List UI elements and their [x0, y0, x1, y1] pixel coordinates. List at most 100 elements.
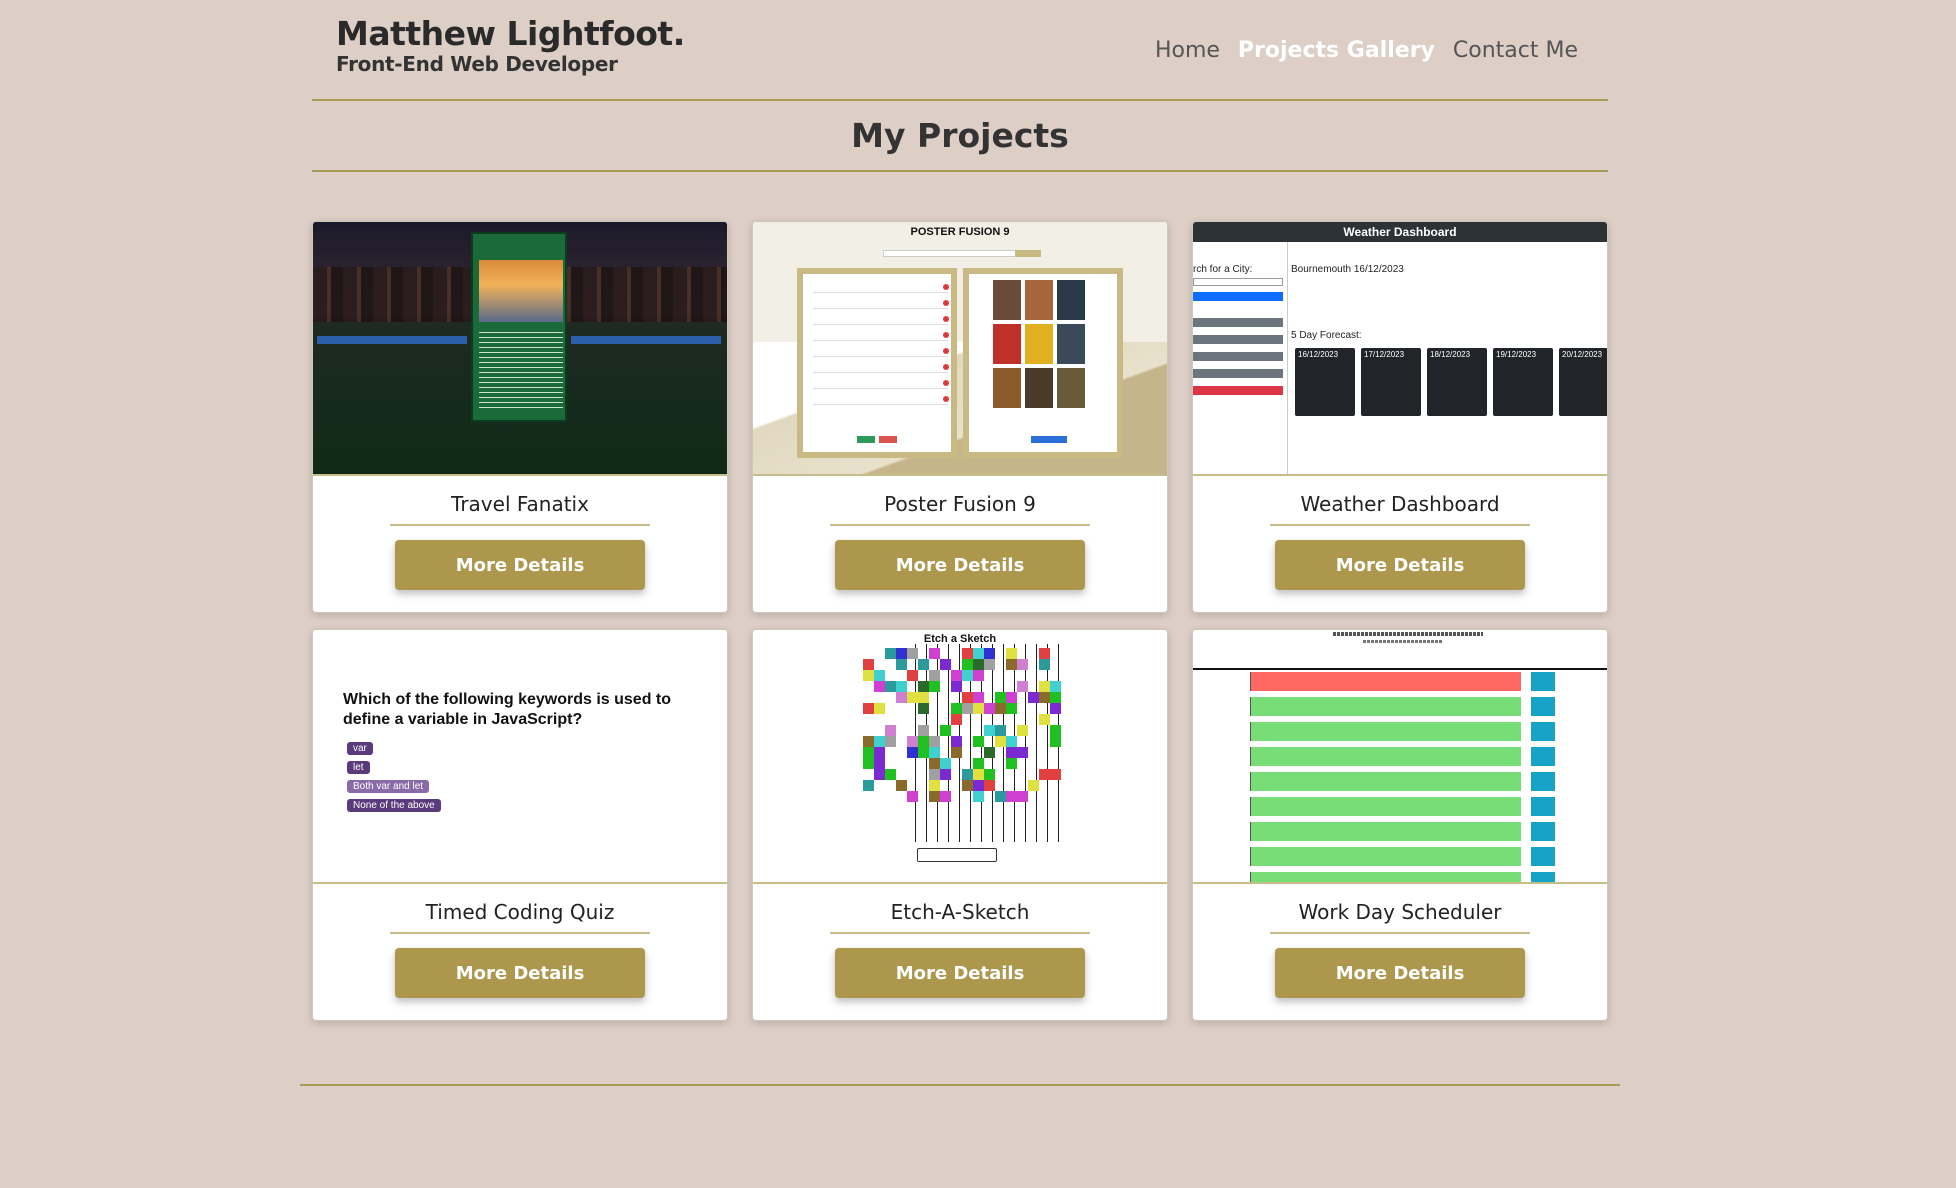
thumb-grid-line: [1025, 644, 1026, 842]
thumb-poster-panel: [963, 268, 1123, 458]
thumb-quiz-option: Both var and let: [347, 780, 430, 793]
thumb-grid-cell: [918, 736, 929, 747]
thumb-grid-cell: [896, 648, 907, 659]
more-details-button[interactable]: More Details: [1275, 948, 1525, 998]
thumb-grid-cell: [929, 648, 940, 659]
thumb-remove-dot: [943, 300, 949, 306]
work-day-scheduler-screenshot[interactable]: [1193, 630, 1607, 884]
travel-fanatix-screenshot[interactable]: [313, 222, 727, 476]
thumb-clear-button: [1193, 386, 1283, 395]
more-details-button[interactable]: More Details: [835, 540, 1085, 590]
thumb-search-bar: [317, 336, 467, 344]
thumb-remove-dot: [943, 396, 949, 402]
thumb-grid-cell: [918, 725, 929, 736]
thumb-remove-dot: [943, 284, 949, 290]
thumb-list-row: [813, 388, 948, 389]
thumb-remove-dot: [943, 332, 949, 338]
thumb-grid-cell: [1039, 681, 1050, 692]
thumb-history-button: [1193, 335, 1283, 344]
more-details-button[interactable]: More Details: [1275, 540, 1525, 590]
thumb-save-button: [1531, 772, 1555, 791]
thumb-save-button: [1531, 697, 1555, 716]
project-title: Poster Fusion 9: [830, 492, 1090, 526]
thumb-grid-cell: [973, 670, 984, 681]
thumb-search-button: [1015, 250, 1041, 257]
thumb-hour-cell: [1233, 772, 1251, 791]
thumb-forecast-day: 17/12/2023: [1361, 348, 1421, 416]
thumb-grid-cell: [962, 780, 973, 791]
thumb-grid-cell: [863, 747, 874, 758]
thumb-red-button: [879, 436, 897, 443]
project-card-travel-fanatix: Travel Fanatix More Details: [312, 221, 728, 613]
thumb-grid-cell: [1050, 769, 1061, 780]
nav-projects-gallery-link[interactable]: Projects Gallery: [1238, 38, 1435, 63]
more-details-button[interactable]: More Details: [835, 948, 1085, 998]
thumb-save-button: [1531, 672, 1555, 691]
thumb-grid-cell: [863, 703, 874, 714]
project-card-work-day-scheduler: Work Day Scheduler More Details: [1192, 629, 1608, 1021]
thumb-grid-cell: [907, 670, 918, 681]
project-title: Travel Fanatix: [390, 492, 650, 526]
thumb-forecast-day: 16/12/2023: [1295, 348, 1355, 416]
thumb-grid-cell: [962, 703, 973, 714]
thumb-grid-cell: [1017, 725, 1028, 736]
thumb-grid-cell: [874, 736, 885, 747]
thumb-time-block: [1251, 747, 1521, 766]
thumb-grid-cell: [973, 791, 984, 802]
thumb-grid-cell: [973, 703, 984, 714]
weather-dashboard-screenshot[interactable]: Weather Dashboard rch for a City: Bourne…: [1193, 222, 1607, 476]
thumb-heading: POSTER FUSION 9: [910, 226, 1010, 238]
thumb-grid-cell: [1050, 736, 1061, 747]
nav-home-link[interactable]: Home: [1155, 38, 1220, 63]
thumb-grid-cell: [951, 747, 962, 758]
thumb-hour-cell: [1233, 822, 1251, 841]
thumb-list-row: [813, 324, 948, 325]
thumb-list-row: [813, 292, 948, 293]
thumb-quiz-option: None of the above: [347, 799, 441, 812]
brand-subtitle: Front-End Web Developer: [336, 52, 618, 76]
thumb-grid-cell: [874, 670, 885, 681]
thumb-grid-cell: [1050, 692, 1061, 703]
thumb-grid-cell: [984, 769, 995, 780]
thumb-grid-cell: [863, 758, 874, 769]
poster-fusion-screenshot[interactable]: POSTER FUSION 9: [753, 222, 1167, 476]
thumb-reset-button: [917, 848, 997, 862]
nav-contact-link[interactable]: Contact Me: [1453, 38, 1578, 63]
thumb-grid-cell: [995, 692, 1006, 703]
thumb-history-button: [1193, 352, 1283, 361]
project-card-weather-dashboard: Weather Dashboard rch for a City: Bourne…: [1192, 221, 1608, 613]
thumb-hour-cell: [1233, 672, 1251, 691]
thumb-time-block: [1251, 722, 1521, 741]
thumb-poster: [1057, 324, 1085, 364]
thumb-grid-cell: [973, 692, 984, 703]
more-details-button[interactable]: More Details: [395, 948, 645, 998]
thumb-grid-cell: [984, 648, 995, 659]
thumb-text-block: [479, 328, 563, 408]
thumb-header-divider: [1193, 668, 1607, 670]
coding-quiz-screenshot[interactable]: Which of the following keywords is used …: [313, 630, 727, 884]
thumb-grid-cell: [984, 659, 995, 670]
project-title: Work Day Scheduler: [1270, 900, 1530, 934]
thumb-grid-cell: [885, 648, 896, 659]
thumb-time-block: [1251, 797, 1521, 816]
thumb-grid-cell: [874, 758, 885, 769]
project-card-coding-quiz: Which of the following keywords is used …: [312, 629, 728, 1021]
thumb-grid-cell: [1039, 648, 1050, 659]
thumb-grid-cell: [984, 703, 995, 714]
thumb-history-button: [1193, 318, 1283, 327]
thumb-time-block: [1251, 672, 1521, 691]
thumb-grid-cell: [1006, 648, 1017, 659]
thumb-grid-cell: [940, 769, 951, 780]
project-card-etch-a-sketch: Etch a Sketch Etch-A-Sketch More Details: [752, 629, 1168, 1021]
project-title: Etch-A-Sketch: [830, 900, 1090, 934]
thumb-grid-cell: [951, 703, 962, 714]
thumb-grid-cell: [962, 659, 973, 670]
thumb-grid-cell: [1017, 659, 1028, 670]
thumb-save-button: [1531, 822, 1555, 841]
etch-a-sketch-screenshot[interactable]: Etch a Sketch: [753, 630, 1167, 884]
more-details-button[interactable]: More Details: [395, 540, 645, 590]
thumb-poster: [1025, 280, 1053, 320]
page-title: My Projects: [312, 101, 1608, 172]
thumb-search-label: rch for a City:: [1193, 264, 1253, 275]
thumb-grid-cell: [929, 670, 940, 681]
